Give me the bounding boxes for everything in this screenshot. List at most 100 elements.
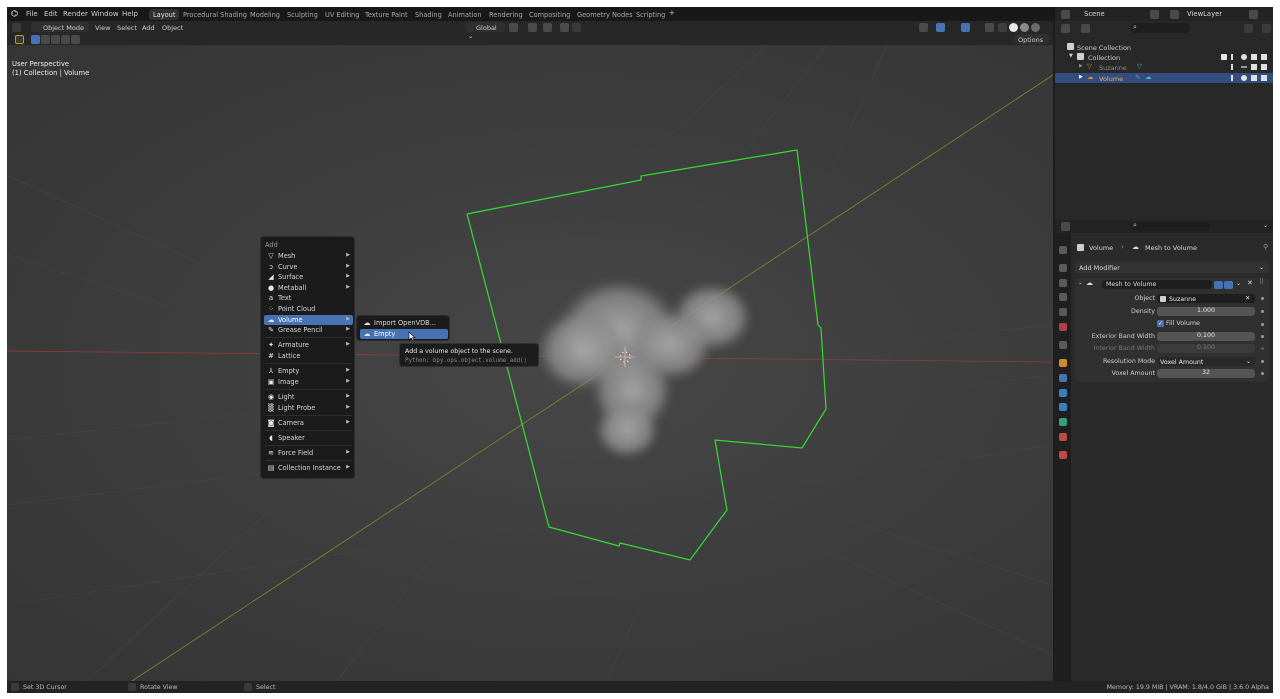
tab-rendering[interactable]: Rendering	[485, 9, 527, 20]
chevron-down-icon[interactable]: ⌄	[1078, 280, 1083, 286]
menu-edit[interactable]: Edit	[44, 10, 58, 18]
scene-name[interactable]: Scene	[1084, 10, 1105, 18]
snap-target-icon[interactable]	[543, 23, 552, 32]
menu-item-grease-pencil[interactable]: ✎ Grease Pencil ▶	[264, 325, 353, 335]
select-subtract-icon[interactable]	[51, 34, 60, 44]
outliner-row-volume[interactable]: ▶ ☁ Volume ✎ ☁	[1055, 73, 1273, 83]
chevron-right-icon[interactable]: ▶	[1079, 74, 1083, 80]
resolution-mode-dropdown[interactable]: Voxel Amount ⌄	[1157, 357, 1255, 366]
viewport-toggle-icon[interactable]	[1251, 64, 1257, 70]
visibility-icon[interactable]	[919, 23, 928, 32]
menu-item-armature[interactable]: ✦ Armature ▶	[264, 340, 353, 350]
new-collection-icon[interactable]	[1262, 24, 1271, 33]
chevron-down-icon[interactable]: ⌄	[1236, 280, 1241, 287]
tool-tab-icon[interactable]	[1059, 246, 1067, 254]
keyframe-dot[interactable]	[1261, 323, 1264, 326]
show-render-icon[interactable]	[1224, 280, 1233, 289]
menu-item-force-field[interactable]: ≋ Force Field ▶	[264, 448, 353, 458]
keyframe-dot[interactable]	[1261, 310, 1264, 313]
menu-item-camera[interactable]: ◙ Camera ▶	[264, 418, 353, 428]
collection-tab-icon[interactable]	[1059, 341, 1067, 349]
object-field[interactable]: Suzanne ✕	[1157, 294, 1255, 303]
select-toggle-icon[interactable]	[1231, 54, 1237, 60]
keyframe-dot[interactable]	[1261, 297, 1264, 300]
menu-item-empty[interactable]: ⅄ Empty ▶	[264, 366, 353, 376]
select-toggle-icon[interactable]	[1231, 75, 1237, 81]
show-viewport-icon[interactable]	[1214, 280, 1223, 289]
menu-item-surface[interactable]: ◢ Surface ▶	[264, 272, 353, 282]
pin-icon[interactable]: ⚲	[1263, 243, 1268, 251]
material-shading-icon[interactable]	[1020, 23, 1029, 32]
rendered-shading-icon[interactable]	[1031, 23, 1040, 32]
view-layer-name[interactable]: ViewLayer	[1187, 10, 1222, 18]
chevron-down-icon[interactable]: ▼	[1069, 53, 1073, 59]
tab-scripting[interactable]: Scripting	[632, 9, 669, 20]
menu-help[interactable]: Help	[122, 10, 138, 18]
add-modifier-dropdown[interactable]: Add Modifier ⌄	[1075, 262, 1269, 273]
keyframe-dot[interactable]	[1261, 360, 1264, 363]
world-tab-icon[interactable]	[1059, 323, 1067, 331]
tab-uv-editing[interactable]: UV Editing	[321, 9, 363, 20]
checkbox-icon[interactable]	[1221, 54, 1227, 60]
gizmo-icon[interactable]	[936, 23, 945, 32]
view-layer-icon[interactable]	[1170, 9, 1179, 19]
menu-item-text[interactable]: a Text	[264, 293, 353, 303]
viewport-toggle-icon[interactable]	[1251, 75, 1257, 81]
select-invert-icon[interactable]	[61, 34, 70, 44]
render-toggle-icon[interactable]	[1261, 54, 1267, 60]
add-workspace-button[interactable]: +	[669, 9, 675, 17]
keyframe-dot[interactable]	[1261, 335, 1264, 338]
eye-icon[interactable]	[1241, 54, 1247, 60]
menu-item-image[interactable]: ▣ Image ▶	[264, 377, 353, 387]
pivot-icon[interactable]	[509, 23, 518, 32]
outliner-row-scene-collection[interactable]: Scene Collection	[1055, 42, 1273, 52]
select-tool-icon[interactable]	[15, 34, 24, 44]
tab-texture-paint[interactable]: Texture Paint	[361, 9, 412, 20]
select-box-icon[interactable]	[31, 34, 40, 44]
menu-item-lattice[interactable]: # Lattice	[264, 351, 353, 361]
drag-handle-icon[interactable]: ⠿	[1259, 278, 1264, 286]
tab-modeling[interactable]: Modeling	[246, 9, 284, 20]
tab-procedural-shading[interactable]: Procedural Shading	[179, 9, 251, 20]
render-toggle-icon[interactable]	[1261, 75, 1267, 81]
orientation-dropdown[interactable]: Global ⌄	[465, 22, 505, 40]
object-tab-icon[interactable]	[1059, 359, 1067, 367]
snap-icon[interactable]	[528, 23, 537, 32]
falloff-icon[interactable]	[572, 23, 581, 32]
tab-animation[interactable]: Animation	[444, 9, 486, 20]
select-menu[interactable]: Select	[117, 24, 137, 32]
close-icon[interactable]: ✕	[1247, 279, 1253, 287]
options-dropdown[interactable]: Options ⌄	[1015, 34, 1049, 52]
scene-icon[interactable]	[1061, 9, 1070, 19]
view-layer-tab-icon[interactable]	[1059, 293, 1067, 301]
menu-window[interactable]: Window	[91, 10, 119, 18]
menu-item-metaball[interactable]: ● Metaball ▶	[264, 283, 353, 293]
clear-icon[interactable]: ✕	[1245, 295, 1250, 302]
physics-tab-icon[interactable]	[1059, 403, 1067, 411]
data-tab-icon[interactable]	[1059, 418, 1067, 426]
object-menu[interactable]: Object	[162, 24, 183, 32]
outliner-row-collection[interactable]: ▼ Collection	[1055, 52, 1273, 62]
chevron-down-icon[interactable]: ⌄	[1263, 222, 1268, 229]
menu-item-speaker[interactable]: ◖ Speaker	[264, 433, 353, 443]
eye-closed-icon[interactable]	[1241, 66, 1247, 68]
proportional-edit-icon[interactable]	[560, 23, 569, 32]
blender-logo-icon[interactable]: ⌬	[11, 9, 18, 18]
particles-tab-icon[interactable]	[1059, 389, 1067, 397]
outliner-search-input[interactable]	[1130, 23, 1190, 33]
eye-icon[interactable]	[1241, 75, 1247, 81]
properties-editor-icon[interactable]	[1061, 222, 1070, 231]
viewport-toggle-icon[interactable]	[1251, 54, 1257, 60]
overlay-icon[interactable]	[961, 23, 970, 32]
menu-item-volume[interactable]: ☁ Volume ▶	[264, 314, 353, 325]
object-mode-dropdown[interactable]: Object Mode ⌄	[31, 22, 89, 40]
menu-item-point-cloud[interactable]: ⁘ Point Cloud	[264, 304, 353, 314]
outliner-editor-icon[interactable]	[1061, 24, 1070, 33]
properties-search-input[interactable]	[1130, 222, 1210, 231]
display-mode-icon[interactable]	[1081, 24, 1090, 33]
select-toggle-icon[interactable]	[1231, 64, 1237, 70]
menu-item-curve[interactable]: ↄ Curve ▶	[264, 262, 353, 272]
menu-item-empty-volume[interactable]: ☁ Empty	[360, 329, 448, 339]
material-tab-icon[interactable]	[1059, 433, 1067, 441]
editor-type-icon[interactable]	[12, 22, 21, 32]
